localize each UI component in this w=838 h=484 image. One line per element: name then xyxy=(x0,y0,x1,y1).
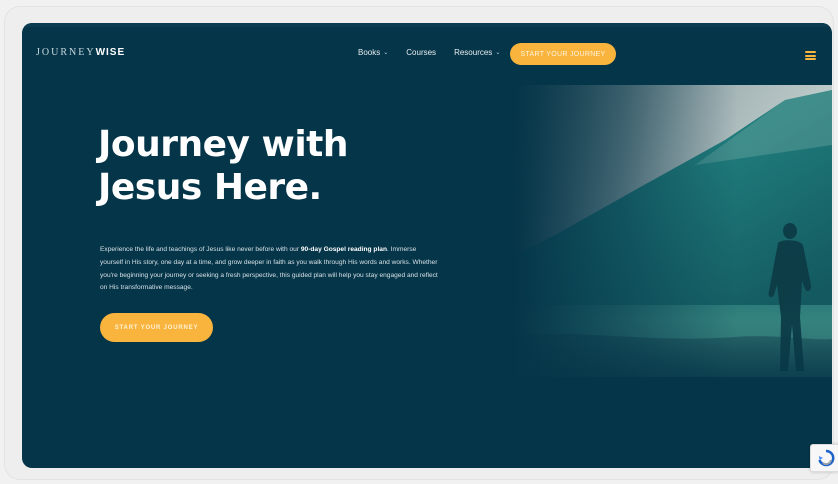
logo-text-light: JOURNEY xyxy=(36,47,96,58)
hamburger-menu-icon[interactable] xyxy=(805,51,816,60)
nav-item-books[interactable]: Books ⌄ xyxy=(358,48,388,57)
nav-item-label: Resources xyxy=(454,48,493,57)
logo-text-bold: WISE xyxy=(95,47,126,58)
chevron-down-icon: ⌄ xyxy=(383,50,389,56)
hero-title: Journey with Jesus Here. xyxy=(98,123,349,209)
hero-image xyxy=(515,85,832,377)
start-journey-nav-button[interactable]: START YOUR JOURNEY xyxy=(510,43,616,65)
nav-item-label: Courses xyxy=(406,48,437,57)
start-journey-hero-button[interactable]: START YOUR JOURNEY xyxy=(100,313,213,342)
recaptcha-badge-icon[interactable] xyxy=(810,444,838,472)
main-menu: Books ⌄ Courses Resources ⌄ xyxy=(358,48,518,57)
nav-item-courses[interactable]: Courses xyxy=(406,48,436,57)
site-logo[interactable]: JOURNEYWISE xyxy=(36,47,125,58)
nav-item-label: Books xyxy=(358,48,381,57)
top-navigation: JOURNEYWISE Books ⌄ Courses Resources ⌄ … xyxy=(22,23,832,83)
hero-title-line-1: Journey with xyxy=(98,124,349,165)
website-viewport: JOURNEYWISE Books ⌄ Courses Resources ⌄ … xyxy=(22,23,832,468)
hero-description-text: Experience the life and teachings of Jes… xyxy=(100,246,301,253)
nav-item-resources[interactable]: Resources ⌄ xyxy=(454,48,500,57)
hero-description: Experience the life and teachings of Jes… xyxy=(100,244,440,295)
hero-description-highlight: 90-day Gospel reading plan xyxy=(300,246,387,253)
chevron-down-icon: ⌄ xyxy=(495,50,501,56)
hero-title-line-2: Jesus Here. xyxy=(98,167,322,208)
